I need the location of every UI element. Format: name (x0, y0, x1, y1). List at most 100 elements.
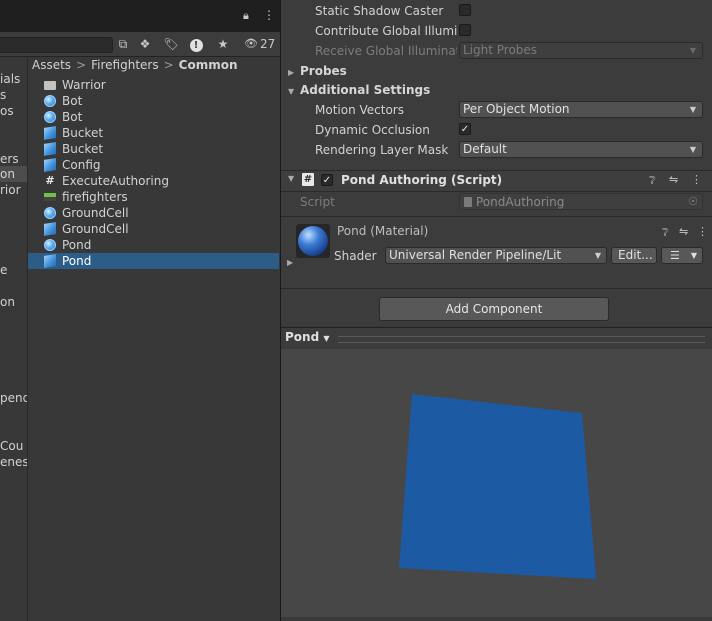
asset-label: GroundCell (62, 222, 129, 236)
prefab-icon (44, 142, 56, 156)
visibility-icon[interactable]: 👁︎ (244, 37, 258, 50)
asset-row[interactable]: Pond (28, 237, 279, 253)
sphere-icon (44, 207, 56, 219)
object-picker-icon[interactable]: ☉ (688, 195, 698, 208)
rendering-layer-mask-dropdown[interactable]: Default ▼ (459, 141, 703, 158)
script-field[interactable]: PondAuthoring ☉ (459, 193, 703, 210)
edit-button-label: Edit... (618, 248, 653, 262)
asset-label: Bucket (62, 126, 104, 140)
script-field-value: PondAuthoring (476, 195, 565, 209)
asset-label: firefighters (62, 190, 128, 204)
project-window-tabbar: 🔒︎ ⋮ (0, 0, 280, 32)
favorite-star-icon[interactable]: ★ (214, 36, 232, 52)
asset-label: Bot (62, 94, 83, 108)
tree-item[interactable]: on (0, 295, 15, 309)
kebab-icon[interactable]: ⋮ (263, 8, 275, 22)
asset-row[interactable]: Bucket (28, 125, 279, 141)
chevron-right-icon: ▶ (288, 68, 295, 77)
sphere-icon (44, 111, 56, 123)
prefab-icon (44, 222, 56, 236)
asset-row[interactable]: Bot (28, 109, 279, 125)
tree-item[interactable]: rior (0, 183, 21, 197)
help-icon[interactable]: ❔︎ (649, 174, 656, 188)
scene-icon (44, 193, 56, 201)
script-icon: # (302, 173, 314, 186)
shader-dropdown[interactable]: Universal Render Pipeline/Lit ▼ (385, 247, 607, 264)
preset-icon[interactable]: ⇋ (679, 225, 688, 238)
chevron-down-icon: ▼ (594, 251, 601, 260)
asset-row[interactable]: Bucket (28, 141, 279, 157)
tree-item[interactable]: enes (0, 455, 27, 469)
receive-gi-value: Light Probes (463, 43, 538, 57)
kebab-icon[interactable]: ⋮ (691, 173, 702, 186)
tree-item[interactable]: ials (0, 72, 20, 86)
shader-options-button[interactable]: ☰ ▼ (661, 247, 703, 264)
asset-label: Bucket (62, 142, 104, 156)
probes-foldout[interactable]: ▶ Probes (288, 64, 347, 78)
preview-resize-grip[interactable] (338, 336, 705, 343)
lock-icon[interactable]: 🔒︎ (243, 9, 249, 23)
material-separator (281, 288, 712, 289)
material-sphere-icon (298, 226, 328, 256)
material-title: Pond (Material) (337, 224, 429, 238)
edit-shader-button[interactable]: Edit... (611, 247, 657, 264)
breadcrumb-item[interactable]: Common (179, 58, 238, 72)
warning-filter-icon[interactable]: ! (188, 36, 204, 52)
filter-by-type-icon[interactable]: ❖ (136, 36, 154, 52)
chevron-right-icon: > (76, 58, 87, 72)
asset-row[interactable]: Config (28, 157, 279, 173)
tree-item[interactable]: os (0, 104, 14, 118)
component-header[interactable]: ▼ # ✓ Pond Authoring (Script) ❔︎ ⇋ ⋮ (281, 170, 712, 192)
chevron-right-icon[interactable]: ▶ (287, 258, 293, 267)
preview-footer (281, 617, 712, 621)
tree-item[interactable]: Cou (0, 439, 23, 453)
search-input[interactable] (0, 37, 113, 53)
tree-item[interactable]: on (0, 167, 15, 181)
asset-row[interactable]: GroundCell (28, 221, 279, 237)
folder-tree[interactable]: ials s os ers on rior e on pend Cou enes (0, 57, 27, 621)
preview-dropdown[interactable]: Pond ▼ (285, 330, 330, 344)
chevron-down-icon[interactable]: ▼ (288, 174, 294, 183)
rendering-layer-mask-label: Rendering Layer Mask (315, 143, 449, 157)
preset-icon[interactable]: ⇋ (669, 173, 678, 186)
breadcrumb-item[interactable]: Assets (32, 58, 71, 72)
probes-label: Probes (300, 64, 347, 78)
additional-settings-foldout[interactable]: ▼ Additional Settings (288, 83, 430, 97)
chevron-down-icon: ▼ (689, 105, 696, 114)
asset-row[interactable]: firefighters (28, 189, 279, 205)
chevron-down-icon: ▼ (689, 46, 696, 55)
contribute-gi-checkbox[interactable] (459, 24, 471, 36)
prefab-icon (44, 254, 56, 268)
component-enabled-checkbox[interactable]: ✓ (321, 174, 333, 186)
asset-row[interactable]: Bot (28, 93, 279, 109)
component-separator (281, 216, 712, 217)
asset-row[interactable]: GroundCell (28, 205, 279, 221)
help-icon[interactable]: ❔︎ (662, 226, 669, 240)
dynamic-occlusion-checkbox[interactable]: ✓ (459, 123, 471, 135)
visibility-count: 27 (260, 37, 276, 51)
shader-label: Shader (334, 249, 377, 263)
kebab-icon[interactable]: ⋮ (697, 225, 708, 238)
motion-vectors-dropdown[interactable]: Per Object Motion ▼ (459, 101, 703, 118)
asset-label: Bot (62, 110, 83, 124)
tree-item[interactable]: s (0, 88, 6, 102)
breadcrumb-item[interactable]: Firefighters (91, 58, 158, 72)
search-by-type-icon[interactable]: ⧉ (114, 36, 132, 52)
asset-row-selected[interactable]: Pond (28, 253, 279, 269)
asset-row[interactable]: Warrior (28, 77, 279, 93)
preview-viewport[interactable] (281, 349, 712, 617)
asset-row[interactable]: # ExecuteAuthoring (28, 173, 279, 189)
preview-canvas (399, 394, 596, 579)
component-title: Pond Authoring (Script) (341, 173, 503, 187)
motion-vectors-value: Per Object Motion (463, 102, 570, 116)
receive-gi-dropdown[interactable]: Light Probes ▼ (459, 42, 703, 59)
additional-settings-label: Additional Settings (300, 83, 431, 97)
tree-item[interactable]: ers (0, 152, 19, 166)
chevron-down-icon: ▼ (689, 145, 696, 154)
static-shadow-caster-checkbox[interactable] (459, 4, 471, 16)
tree-item[interactable]: pend (0, 391, 27, 405)
preview-label: Pond (285, 330, 320, 344)
add-component-button[interactable]: Add Component (379, 297, 609, 321)
tree-item[interactable]: e (0, 263, 7, 277)
filter-by-label-icon[interactable]: 🏷︎ (162, 36, 180, 52)
